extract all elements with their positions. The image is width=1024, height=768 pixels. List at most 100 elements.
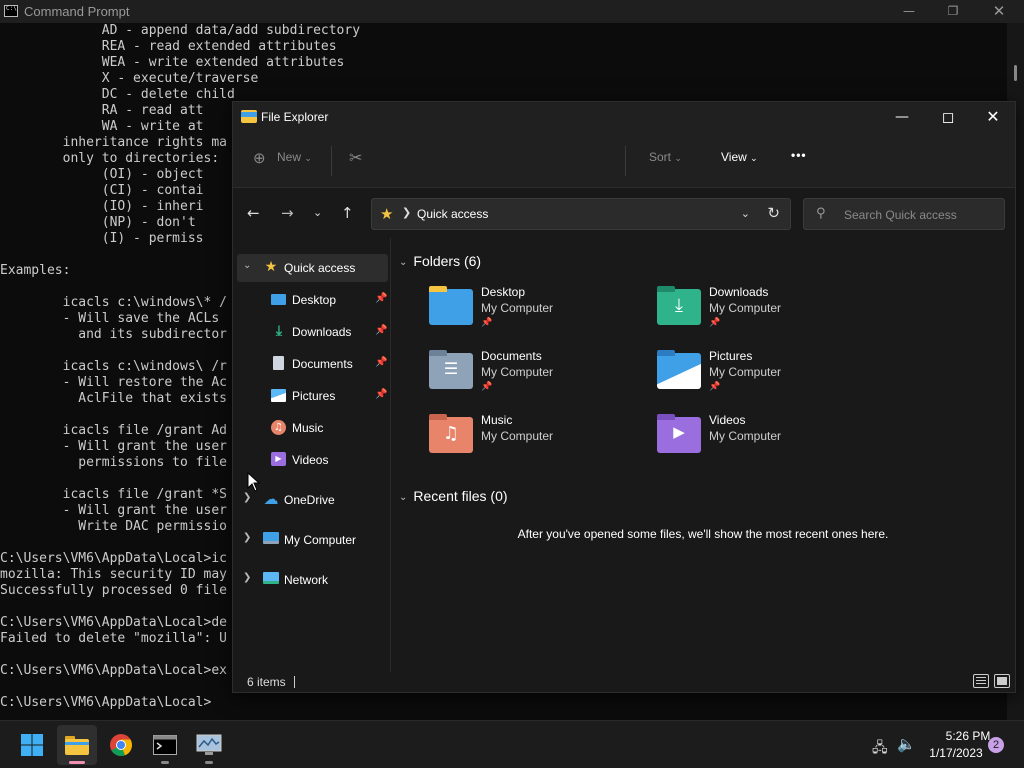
taskbar-resource-monitor[interactable] bbox=[189, 725, 229, 765]
music-folder-icon: ♫ bbox=[429, 414, 473, 453]
chevron-down-icon[interactable]: ⌄ bbox=[399, 257, 407, 268]
sidebar-item-network[interactable]: ❯ Network bbox=[237, 566, 388, 594]
folder-name: Music bbox=[481, 413, 513, 427]
notification-badge[interactable]: 2 bbox=[988, 737, 1004, 753]
videos-folder-icon: ▶ bbox=[657, 414, 701, 453]
folder-name: Documents bbox=[481, 349, 542, 363]
pin-icon: 📌 bbox=[481, 318, 493, 328]
recent-empty-message: After you've opened some files, we'll sh… bbox=[517, 527, 889, 541]
status-bar: 6 items bbox=[233, 672, 1015, 692]
folders-section-header[interactable]: ⌄ Folders (6) bbox=[399, 253, 481, 269]
folders-header-label: Folders (6) bbox=[413, 253, 482, 269]
folder-tile-pictures[interactable]: Pictures My Computer 📌 bbox=[657, 349, 877, 409]
cmd-titlebar[interactable]: Command Prompt — ❐ ✕ bbox=[0, 0, 1024, 23]
taskbar-chrome[interactable] bbox=[101, 725, 141, 765]
toolbar-divider bbox=[625, 146, 626, 176]
start-button[interactable] bbox=[12, 725, 52, 765]
details-view-icon[interactable] bbox=[973, 674, 989, 688]
sidebar-item-music[interactable]: ♫ Music bbox=[237, 414, 388, 442]
more-options-button[interactable]: ••• bbox=[791, 148, 807, 162]
folder-tile-documents[interactable]: ☰ Documents My Computer 📌 bbox=[429, 349, 649, 409]
sidebar-item-label: OneDrive bbox=[284, 493, 335, 507]
up-arrow-icon[interactable]: ↑ bbox=[341, 204, 354, 222]
folder-tile-desktop[interactable]: Desktop My Computer 📌 bbox=[429, 285, 649, 345]
sidebar-item-label: Videos bbox=[292, 453, 329, 467]
folder-tile-music[interactable]: ♫ Music My Computer bbox=[429, 413, 649, 473]
address-bar[interactable]: ★ ❯ Quick access ⌄ ↻ bbox=[371, 198, 791, 230]
status-divider bbox=[294, 676, 295, 688]
cmd-line: WEA - write extended attributes bbox=[0, 55, 345, 70]
cut-button[interactable]: ✂ bbox=[349, 148, 362, 168]
download-icon: ⤓ bbox=[275, 323, 283, 339]
search-input[interactable]: Search Quick access bbox=[844, 208, 957, 222]
sort-button[interactable]: Sort ⌄ bbox=[649, 150, 682, 164]
chevron-right-icon[interactable]: ❯ bbox=[243, 572, 251, 583]
chevron-right-icon[interactable]: ❯ bbox=[243, 492, 251, 503]
forward-arrow-icon[interactable]: → bbox=[281, 204, 294, 222]
folder-location: My Computer bbox=[709, 301, 782, 315]
folder-tile-videos[interactable]: ▶ Videos My Computer bbox=[657, 413, 877, 473]
taskbar-command-prompt[interactable] bbox=[145, 725, 185, 765]
cmd-minimize-button[interactable]: — bbox=[886, 0, 932, 23]
chevron-right-icon[interactable]: ❯ bbox=[402, 206, 411, 219]
new-button[interactable]: New ⌄ bbox=[277, 150, 312, 164]
star-icon: ★ bbox=[380, 205, 394, 223]
pictures-icon bbox=[271, 389, 286, 402]
fe-minimize-button[interactable]: — bbox=[879, 102, 925, 132]
star-icon: ★ bbox=[264, 259, 278, 275]
clock-date[interactable]: 1/17/2023 bbox=[926, 746, 986, 760]
chevron-down-icon[interactable]: ⌄ bbox=[399, 492, 407, 503]
sidebar-item-pictures[interactable]: Pictures 📌 bbox=[237, 382, 388, 410]
chevron-down-icon[interactable]: ⌄ bbox=[243, 260, 251, 271]
network-icon bbox=[263, 572, 279, 584]
fe-title: File Explorer bbox=[261, 110, 329, 124]
chevron-down-icon: ⌄ bbox=[674, 153, 682, 163]
folder-tile-downloads[interactable]: ⤓ Downloads My Computer 📌 bbox=[657, 285, 877, 345]
search-box[interactable]: ⚲ Search Quick access bbox=[803, 198, 1005, 230]
refresh-icon[interactable]: ↻ bbox=[767, 204, 780, 222]
recent-section-header[interactable]: ⌄ Recent files (0) bbox=[399, 488, 508, 504]
folder-name: Videos bbox=[709, 413, 746, 427]
folder-location: My Computer bbox=[709, 429, 782, 443]
address-location[interactable]: Quick access bbox=[417, 207, 488, 221]
cmd-line: REA - read extended attributes bbox=[0, 39, 337, 54]
chevron-right-icon[interactable]: ❯ bbox=[243, 532, 251, 543]
sort-label: Sort bbox=[649, 150, 672, 164]
sidebar-item-my-computer[interactable]: ❯ My Computer bbox=[237, 526, 388, 554]
search-icon: ⚲ bbox=[816, 206, 826, 221]
back-arrow-icon[interactable]: ← bbox=[247, 204, 260, 222]
plus-circle-icon: ⊕ bbox=[253, 150, 266, 167]
sidebar-item-videos[interactable]: ▶ Videos bbox=[237, 446, 388, 474]
folder-name: Pictures bbox=[709, 349, 753, 363]
network-status-icon[interactable]: 🖧 bbox=[872, 737, 888, 761]
fe-maximize-button[interactable]: ◻ bbox=[925, 102, 971, 132]
cmd-close-button[interactable]: ✕ bbox=[976, 0, 1022, 23]
sidebar-item-quick-access[interactable]: ⌄ ★ Quick access bbox=[237, 254, 388, 282]
computer-icon bbox=[263, 532, 279, 544]
sidebar-item-downloads[interactable]: ⤓ Downloads 📌 bbox=[237, 318, 388, 346]
taskbar-file-explorer[interactable] bbox=[57, 725, 97, 765]
pin-icon: 📌 bbox=[375, 293, 388, 304]
cmd-scroll-thumb[interactable] bbox=[1014, 65, 1017, 81]
active-indicator bbox=[69, 761, 85, 764]
sidebar-item-label: Pictures bbox=[292, 389, 336, 403]
tiles-view-icon[interactable] bbox=[994, 674, 1010, 688]
music-icon: ♫ bbox=[271, 420, 286, 435]
recent-locations-chevron-icon[interactable]: ⌄ bbox=[313, 206, 322, 219]
sidebar-item-label: Music bbox=[292, 421, 324, 435]
cmd-line: AD - append data/add subdirectory bbox=[0, 23, 361, 38]
new-label: New bbox=[277, 150, 302, 164]
folder-location: My Computer bbox=[481, 301, 554, 315]
cmd-line: X - execute/traverse bbox=[0, 71, 259, 86]
fe-titlebar[interactable]: File Explorer — ◻ ✕ bbox=[233, 102, 1015, 132]
chrome-icon bbox=[110, 734, 133, 757]
address-history-chevron-icon[interactable]: ⌄ bbox=[741, 207, 750, 220]
sidebar-item-desktop[interactable]: Desktop 📌 bbox=[237, 286, 388, 314]
scissors-icon: ✂ bbox=[349, 150, 363, 167]
fe-close-button[interactable]: ✕ bbox=[970, 102, 1016, 132]
volume-icon[interactable]: 🔈 bbox=[897, 735, 916, 753]
cmd-maximize-button[interactable]: ❐ bbox=[930, 0, 976, 23]
navigation-bar: ← → ⌄ ↑ ★ ❯ Quick access ⌄ ↻ ⚲ Search Qu… bbox=[233, 188, 1015, 238]
sidebar-item-documents[interactable]: Documents 📌 bbox=[237, 350, 388, 378]
view-button[interactable]: View ⌄ bbox=[721, 150, 758, 164]
